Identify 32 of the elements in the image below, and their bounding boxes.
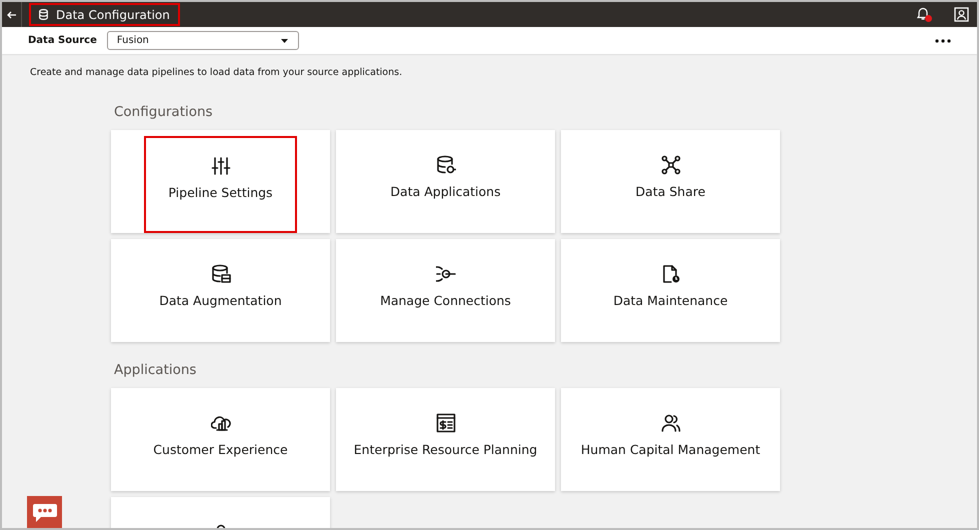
- tile[interactable]: Manage Connections: [336, 239, 555, 342]
- tile[interactable]: Customer Experience: [111, 388, 330, 491]
- tile[interactable]: Data Maintenance: [561, 239, 780, 342]
- back-arrow-icon: [6, 10, 16, 18]
- data-source-dropdown[interactable]: Fusion: [106, 31, 299, 50]
- network-nodes-icon: [660, 155, 680, 175]
- page-description: Create and manage data pipelines to load data from your source applications.: [30, 67, 404, 78]
- invoice-icon: [436, 413, 456, 433]
- tile[interactable]: Enterprise Resource Planning: [336, 388, 555, 491]
- connector-icon: [436, 264, 456, 284]
- chat-bubble-icon: [32, 503, 58, 523]
- caret-icon: [280, 38, 288, 42]
- tile[interactable]: Data Share: [561, 130, 780, 233]
- section-heading: Configurations: [114, 104, 214, 120]
- sliders-icon: [210, 156, 230, 176]
- people-icon: [660, 413, 680, 433]
- tile[interactable]: Data Applications: [336, 130, 555, 233]
- more-options-icon[interactable]: [935, 38, 951, 42]
- tile[interactable]: Human Capital Management: [561, 388, 780, 491]
- chat-button[interactable]: [27, 496, 62, 528]
- database-icon: [39, 9, 48, 20]
- section-heading: Applications: [114, 362, 198, 378]
- database-plug-icon: [436, 155, 456, 175]
- user-profile-icon[interactable]: [954, 7, 969, 22]
- notification-bell-icon[interactable]: [917, 7, 932, 22]
- page-title: Data Configuration: [56, 8, 170, 22]
- document-clock-icon: [660, 264, 680, 284]
- data-source-label: Data Source: [28, 35, 97, 46]
- tile[interactable]: Data Augmentation: [111, 239, 330, 342]
- tile[interactable]: Pipeline Settings: [111, 130, 330, 233]
- database-table-icon: [210, 264, 230, 284]
- highlight-frame: Pipeline Settings: [144, 136, 297, 233]
